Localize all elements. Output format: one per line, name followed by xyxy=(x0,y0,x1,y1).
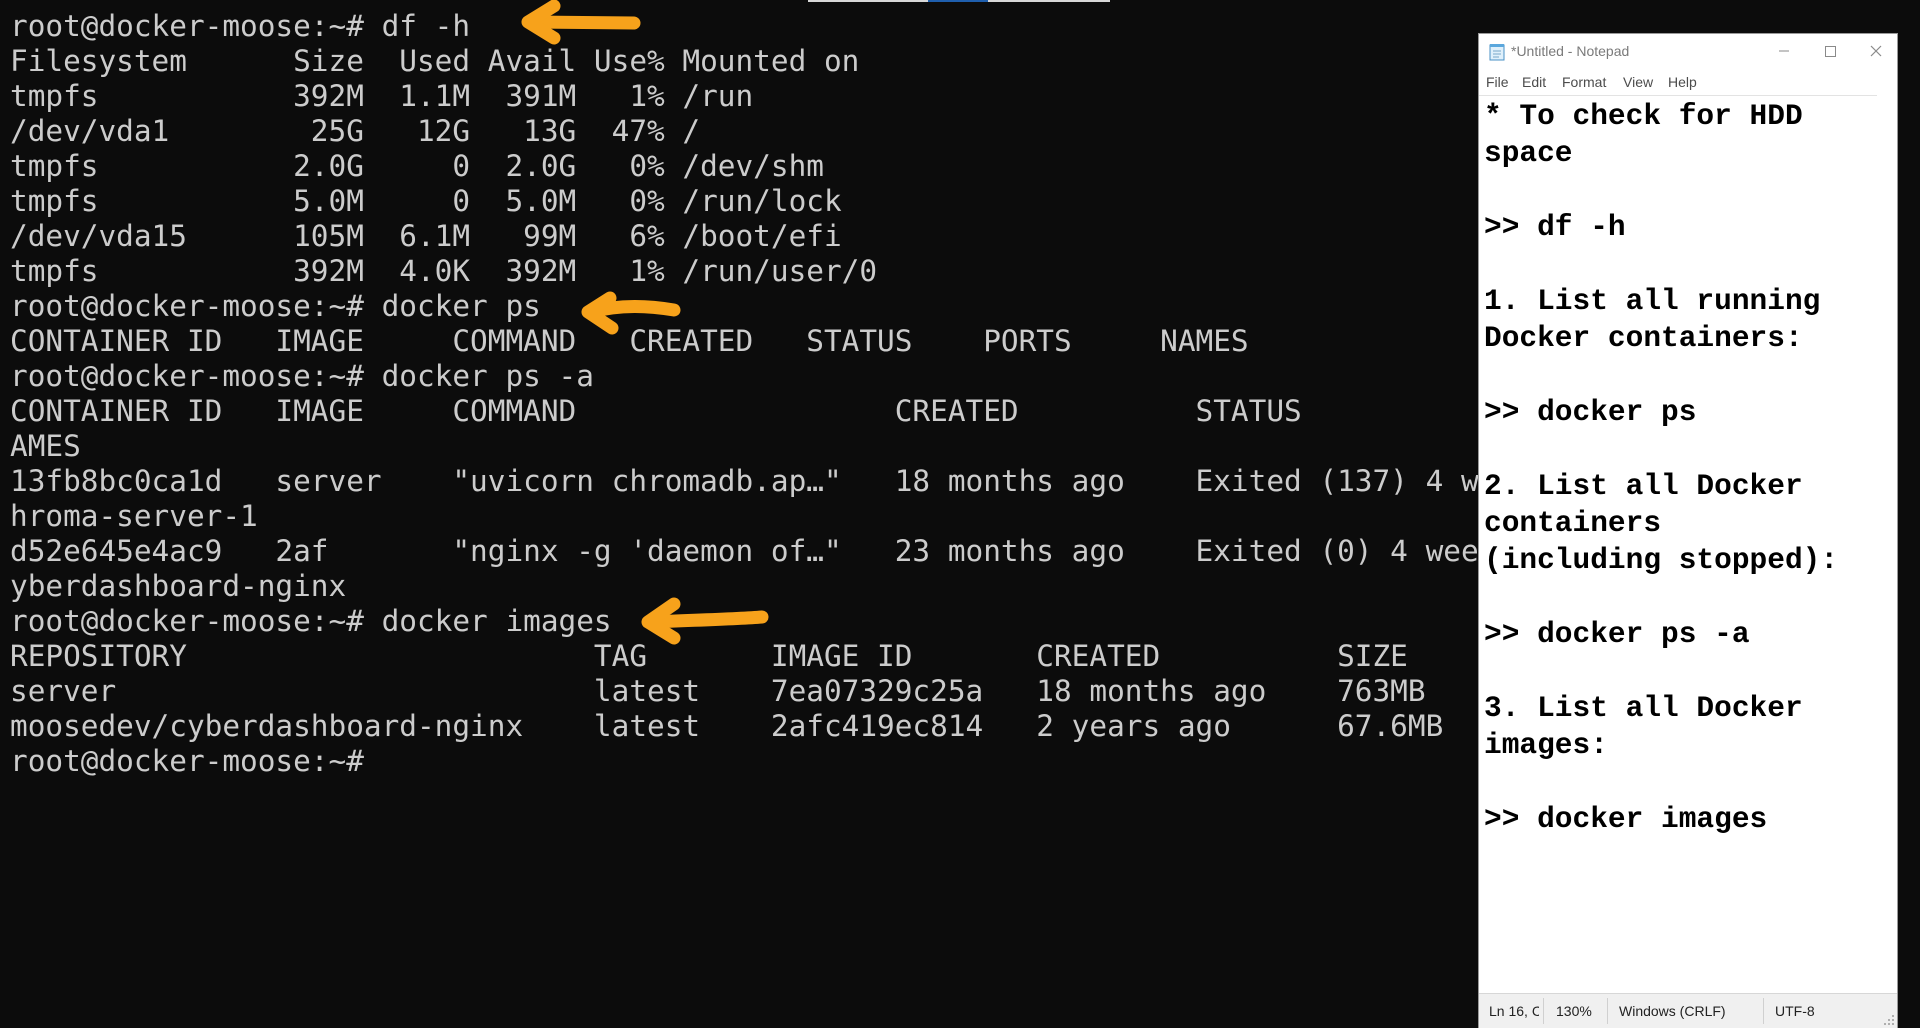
menu-help[interactable]: Help xyxy=(1668,74,1697,90)
notepad-line xyxy=(1484,431,1838,468)
minimize-button[interactable] xyxy=(1761,34,1807,68)
notepad-line: * To check for HDD xyxy=(1484,99,1803,133)
menu-view[interactable]: View xyxy=(1623,74,1653,90)
menu-format[interactable]: Format xyxy=(1562,74,1606,90)
menu-edit[interactable]: Edit xyxy=(1522,74,1546,90)
notepad-line: (including stopped): xyxy=(1484,543,1839,577)
close-button[interactable] xyxy=(1853,34,1899,68)
terminal-line: moosedev/cyberdashboard-nginx latest 2af… xyxy=(10,709,1444,743)
status-separator xyxy=(1607,998,1608,1024)
notepad-line xyxy=(1484,579,1838,616)
notepad-titlebar[interactable]: *Untitled - Notepad xyxy=(1479,34,1897,70)
notepad-line xyxy=(1484,172,1838,209)
terminal-line: /dev/vda15 105M 6.1M 99M 6% /boot/efi xyxy=(10,219,842,253)
terminal-line: tmpfs 392M 1.1M 391M 1% /run xyxy=(10,79,754,113)
terminal-line: tmpfs 2.0G 0 2.0G 0% /dev/shm xyxy=(10,149,824,183)
desktop-screen: root@docker-moose:~# df -h Filesystem Siz… xyxy=(0,0,1920,1028)
notepad-vertical-scrollbar[interactable] xyxy=(1877,95,1897,993)
terminal-line: root@docker-moose:~# xyxy=(10,744,364,778)
terminal-line: d52e645e4ac9 2af "nginx -g 'daemon of…" … xyxy=(10,534,1478,568)
terminal-line: tmpfs 5.0M 0 5.0M 0% /run/lock xyxy=(10,184,842,218)
terminal-line: /dev/vda1 25G 12G 13G 47% / xyxy=(10,114,701,148)
notepad-line: 3. List all Docker xyxy=(1484,691,1803,725)
notepad-line: >> df -h xyxy=(1484,210,1626,244)
minimize-icon xyxy=(1779,50,1789,52)
terminal-line: root@docker-moose:~# df -h xyxy=(10,9,471,43)
notepad-menubar: File Edit Format View Help xyxy=(1479,70,1897,94)
resize-grip-icon[interactable] xyxy=(1883,1014,1895,1026)
annotation-arrow-icon xyxy=(581,291,681,335)
notepad-line: 1. List all running xyxy=(1484,284,1821,318)
terminal-line: tmpfs 392M 4.0K 392M 1% /run/user/0 xyxy=(10,254,878,288)
notepad-line: Docker containers: xyxy=(1484,321,1803,355)
terminal-line: CONTAINER ID IMAGE COMMAND CREATED STATU… xyxy=(10,324,1249,358)
annotation-arrow-icon xyxy=(521,0,641,45)
notepad-statusbar: Ln 16, Cc 130% Windows (CRLF) UTF-8 xyxy=(1479,993,1897,1028)
status-cursor-position: Ln 16, Cc xyxy=(1489,1003,1539,1019)
notepad-text-area[interactable]: * To check for HDD space >> df -h 1. List a… xyxy=(1479,95,1877,994)
notepad-line: space xyxy=(1484,136,1573,170)
notepad-line xyxy=(1484,357,1838,394)
status-zoom: 130% xyxy=(1556,1003,1592,1019)
maximize-button[interactable] xyxy=(1807,34,1853,68)
terminal-line: hroma-server-1 xyxy=(10,499,258,533)
notepad-line: containers xyxy=(1484,506,1662,540)
terminal-line: CONTAINER ID IMAGE COMMAND CREATED STATU… xyxy=(10,394,1302,428)
status-separator xyxy=(1763,998,1764,1024)
terminal-line: root@docker-moose:~# docker ps -a xyxy=(10,359,594,393)
status-line-endings: Windows (CRLF) xyxy=(1619,1003,1726,1019)
maximize-icon xyxy=(1825,46,1836,57)
terminal-output[interactable]: root@docker-moose:~# df -h Filesystem Siz… xyxy=(10,9,1478,779)
terminal-line: AMES xyxy=(10,429,81,463)
notepad-window-title: *Untitled - Notepad xyxy=(1511,43,1630,59)
annotation-arrow-icon xyxy=(641,597,769,645)
notepad-line: 2. List all Docker xyxy=(1484,469,1803,503)
notepad-window[interactable]: *Untitled - Notepad File Edit Format Vie… xyxy=(1478,33,1898,1028)
menu-file[interactable]: File xyxy=(1486,74,1509,90)
notepad-line: images: xyxy=(1484,728,1608,762)
terminal-line: Filesystem Size Used Avail Use% Mounted … xyxy=(10,44,860,78)
notepad-line: >> docker ps xyxy=(1484,395,1697,429)
status-separator xyxy=(1543,998,1544,1024)
terminal-line: 13fb8bc0ca1d server "uvicorn chromadb.ap… xyxy=(10,464,1478,498)
notepad-line xyxy=(1484,246,1838,283)
notepad-text[interactable]: * To check for HDD space >> df -h 1. List a… xyxy=(1484,98,1838,838)
terminal-line: root@docker-moose:~# docker ps xyxy=(10,289,541,323)
notepad-line: >> docker images xyxy=(1484,802,1768,836)
close-icon xyxy=(1870,45,1882,57)
notepad-app-icon xyxy=(1489,44,1505,61)
terminal-line: server latest 7ea07329c25a 18 months ago… xyxy=(10,674,1426,708)
terminal-window[interactable]: root@docker-moose:~# df -h Filesystem Siz… xyxy=(0,0,1478,1028)
status-encoding: UTF-8 xyxy=(1775,1003,1815,1019)
notepad-line xyxy=(1484,764,1838,801)
notepad-line: >> docker ps -a xyxy=(1484,617,1750,651)
notepad-line xyxy=(1484,653,1838,690)
